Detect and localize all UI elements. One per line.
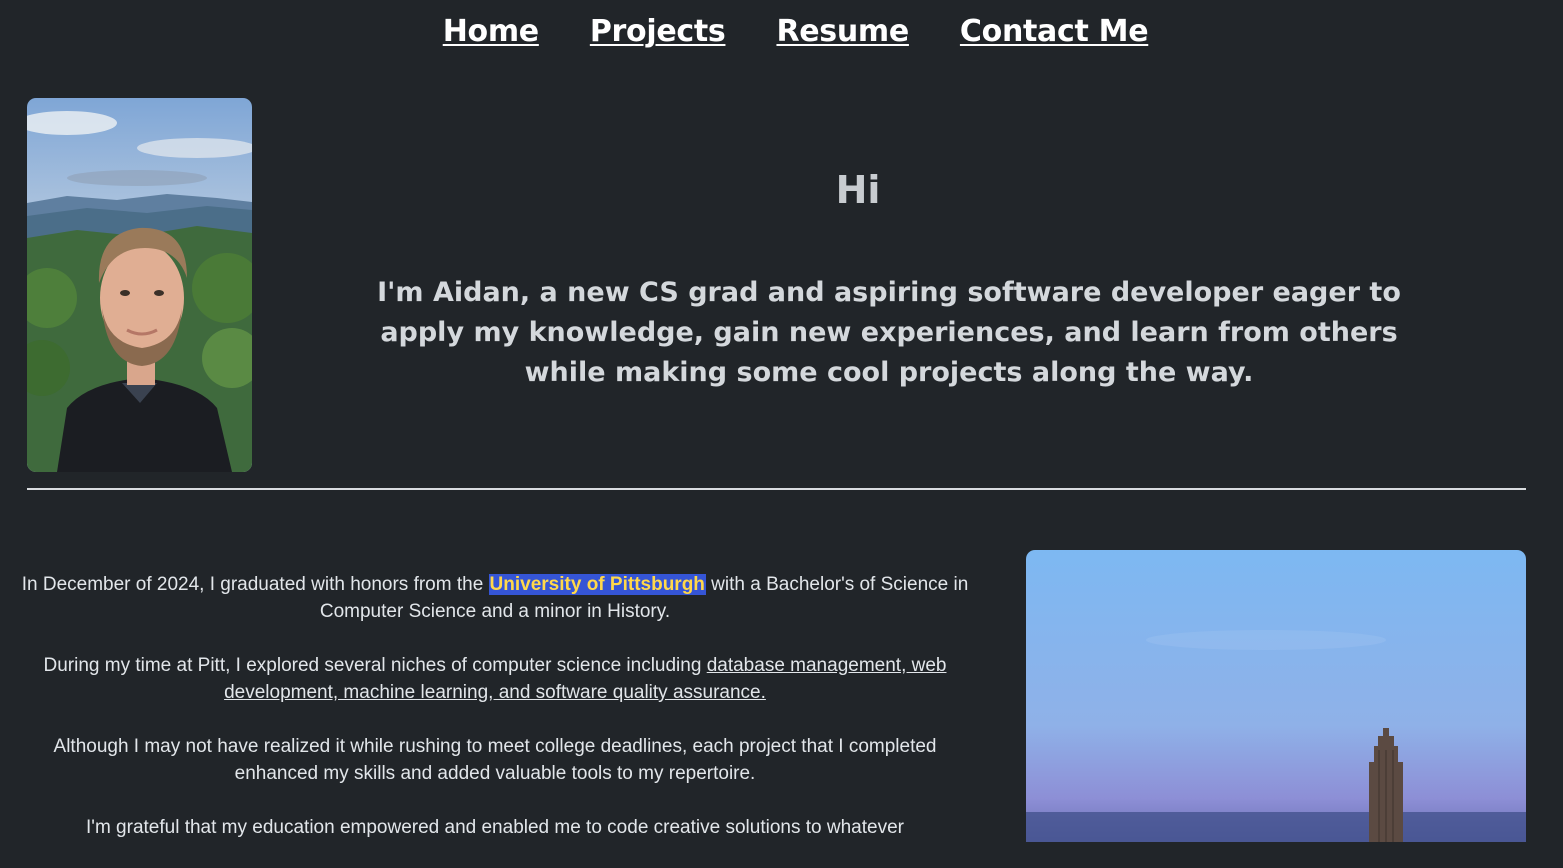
pitt-highlight-link[interactable]: University of Pittsburgh bbox=[488, 574, 706, 595]
main-nav: Home Projects Resume Contact Me bbox=[0, 14, 1563, 49]
about-section: In December of 2024, I graduated with ho… bbox=[20, 571, 970, 868]
nav-home-link[interactable]: Home bbox=[441, 14, 539, 49]
nav-resume-link[interactable]: Resume bbox=[774, 14, 909, 49]
hero-greeting: Hi bbox=[835, 168, 881, 212]
nav-projects-link[interactable]: Projects bbox=[588, 14, 726, 49]
profile-photo bbox=[27, 98, 252, 472]
about-paragraph-2: During my time at Pitt, I explored sever… bbox=[43, 655, 947, 703]
hero-intro: I'm Aidan, a new CS grad and aspiring so… bbox=[377, 277, 1401, 388]
nav-contact-link[interactable]: Contact Me bbox=[958, 14, 1149, 49]
about-paragraph-3: Although I may not have realized it whil… bbox=[53, 736, 937, 784]
about-paragraph-1: In December of 2024, I graduated with ho… bbox=[21, 574, 969, 622]
about-paragraph-4: I'm grateful that my education empowered… bbox=[86, 817, 904, 838]
section-divider bbox=[27, 488, 1526, 490]
campus-photo bbox=[1026, 550, 1526, 842]
